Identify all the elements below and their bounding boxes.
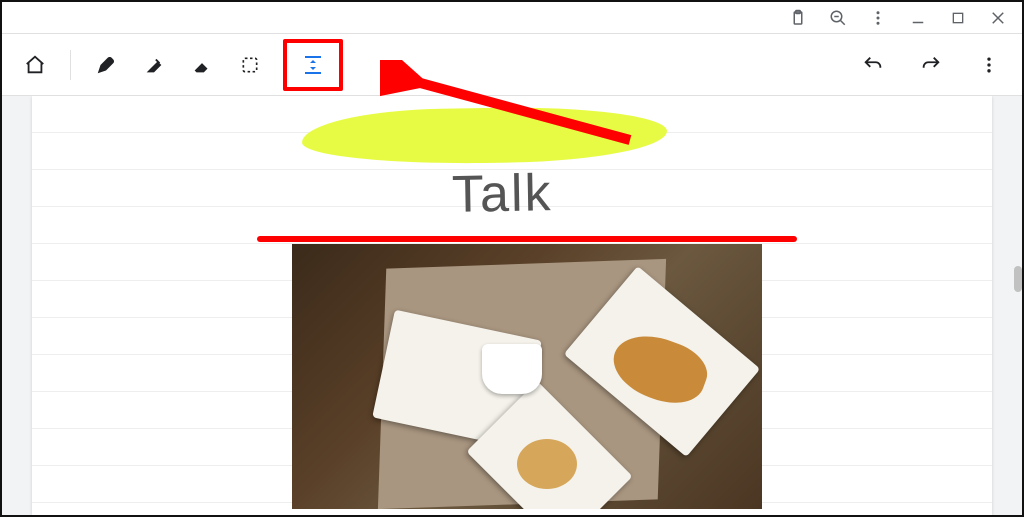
separator — [70, 50, 71, 80]
toolbar — [2, 34, 1022, 96]
undo-button[interactable] — [852, 44, 894, 86]
expand-section-wrap — [277, 35, 349, 95]
window-bar — [2, 2, 1022, 34]
pen-tool[interactable] — [85, 44, 127, 86]
highlighter-tool[interactable] — [133, 44, 175, 86]
more-vert-icon[interactable] — [866, 6, 890, 30]
minimize-icon[interactable] — [906, 6, 930, 30]
close-icon[interactable] — [986, 6, 1010, 30]
home-button[interactable] — [14, 44, 56, 86]
handwriting-text: Talk — [451, 163, 553, 225]
embedded-photo[interactable] — [292, 244, 762, 509]
select-tool[interactable] — [229, 44, 271, 86]
toolbar-left — [14, 35, 349, 95]
maximize-icon[interactable] — [946, 6, 970, 30]
canvas-area: Talk — [2, 96, 1022, 515]
eraser-tool[interactable] — [181, 44, 223, 86]
redo-button[interactable] — [910, 44, 952, 86]
red-underline — [257, 236, 797, 242]
scrollbar-thumb[interactable] — [1014, 266, 1022, 292]
zoom-out-icon[interactable] — [826, 6, 850, 30]
more-button[interactable] — [968, 44, 1010, 86]
toolbar-right — [852, 44, 1010, 86]
clipboard-icon[interactable] — [786, 6, 810, 30]
page-canvas[interactable]: Talk — [32, 96, 992, 515]
expand-section-tool[interactable] — [292, 44, 334, 86]
